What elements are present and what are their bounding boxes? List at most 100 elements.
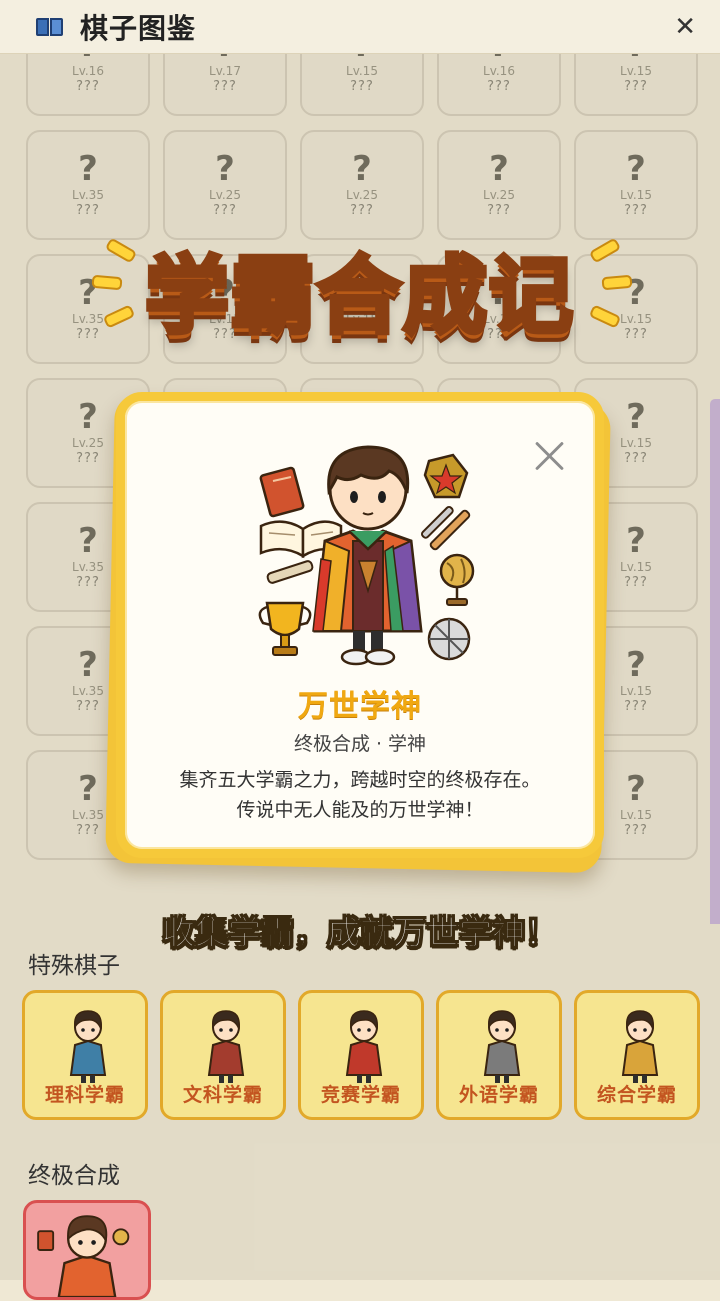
character-description: 集齐五大学霸之力，跨越时空的终极存在。 传说中无人能及的万世学神！: [145, 765, 575, 825]
piece-level: Lv.25: [483, 188, 515, 202]
question-mark-icon: ?: [626, 149, 646, 189]
locked-piece-card[interactable]: ? Lv.25???: [163, 130, 287, 240]
header-bar: 棋子图鉴 ✕: [0, 0, 720, 54]
piece-level: Lv.35: [72, 312, 104, 326]
ultimate-piece-card[interactable]: [23, 1200, 151, 1300]
piece-level: Lv.35: [72, 684, 104, 698]
student-character-icon: [207, 1010, 245, 1083]
character-illustration: [258, 445, 475, 666]
special-piece-label: 综合学霸: [596, 1084, 677, 1106]
modal-close-button[interactable]: [533, 439, 567, 473]
locked-piece-card[interactable]: ? Lv.25???: [437, 130, 561, 240]
piece-level: Lv.15: [620, 684, 652, 698]
star-shield-icon: [423, 453, 469, 499]
question-mark-icon: ?: [78, 645, 98, 685]
piece-name: ???: [350, 203, 374, 218]
special-piece-card[interactable]: 竞赛学霸: [298, 990, 424, 1120]
piece-level: Lv.16: [72, 64, 104, 78]
locked-piece-card[interactable]: ?Lv.16???: [26, 54, 150, 116]
piece-name: ???: [624, 327, 648, 342]
compass-icon: [427, 617, 471, 661]
piece-level: Lv.15: [620, 188, 652, 202]
piece-level: Lv.15: [620, 808, 652, 822]
question-mark-icon: ?: [78, 521, 98, 561]
close-button[interactable]: ✕: [674, 12, 696, 42]
student-character-icon: [69, 1010, 107, 1083]
special-piece-card[interactable]: 文科学霸: [160, 990, 286, 1120]
special-piece-label: 竞赛学霸: [320, 1084, 401, 1106]
character-detail-modal: 万世学神 终极合成 · 学神 集齐五大学霸之力，跨越时空的终极存在。 传说中无人…: [116, 392, 604, 858]
piece-level: Lv.15: [620, 64, 652, 78]
piece-name: ???: [624, 203, 648, 218]
character-name: 万世学神: [298, 689, 422, 724]
pencil-icon: [420, 505, 471, 551]
locked-piece-card[interactable]: ? Lv.35???: [26, 130, 150, 240]
piece-level: Lv.35: [72, 188, 104, 202]
scholar-god-character: [312, 445, 423, 666]
piece-name: ???: [76, 451, 100, 466]
piece-name: ???: [213, 203, 237, 218]
question-mark-icon: ?: [626, 397, 646, 437]
piece-name: ???: [624, 575, 648, 590]
special-piece-card[interactable]: 综合学霸: [574, 990, 700, 1120]
locked-piece-card[interactable]: ?Lv.16???: [437, 54, 561, 116]
question-mark-icon: ?: [78, 397, 98, 437]
locked-piece-card[interactable]: ?Lv.17???: [163, 54, 287, 116]
special-pieces-row: 理科学霸 文科学霸 竞赛学霸 外语学霸 综合学霸: [22, 990, 700, 1120]
description-line-1: 集齐五大学霸之力，跨越时空的终极存在。: [179, 769, 541, 791]
pen-icon: [266, 560, 314, 584]
special-piece-label: 理科学霸: [44, 1084, 125, 1106]
question-mark-icon: ?: [489, 54, 509, 63]
student-character-icon: [483, 1010, 521, 1083]
piece-level: Lv.25: [346, 188, 378, 202]
question-mark-icon: ?: [626, 521, 646, 561]
question-mark-icon: ?: [78, 149, 98, 189]
piece-level: Lv.25: [209, 188, 241, 202]
piece-name: ???: [76, 823, 100, 838]
piece-level: Lv.25: [72, 436, 104, 450]
page-title: 棋子图鉴: [80, 11, 197, 45]
piece-level: Lv.17: [209, 64, 241, 78]
question-mark-icon: ?: [352, 149, 372, 189]
student-character-icon: [345, 1010, 383, 1083]
piece-name: ???: [487, 79, 511, 94]
question-mark-icon: ?: [626, 769, 646, 809]
special-piece-card[interactable]: 理科学霸: [22, 990, 148, 1120]
piece-name: ???: [624, 79, 648, 94]
piece-name: ???: [213, 79, 237, 94]
piece-name: ???: [624, 823, 648, 838]
ultimate-section-title: 终极合成: [28, 1163, 120, 1189]
piece-name: ???: [76, 203, 100, 218]
piece-name: ???: [76, 575, 100, 590]
question-mark-icon: ?: [78, 54, 98, 63]
scrollbar[interactable]: [710, 399, 720, 924]
piece-name: ???: [624, 699, 648, 714]
piece-name: ???: [76, 327, 100, 342]
ultimate-character-thumbnail: [37, 1215, 130, 1299]
slogan-text: 收集学霸，成就万世学神！: [162, 913, 559, 953]
locked-piece-card[interactable]: ?Lv.15???: [300, 54, 424, 116]
trophy-icon: [258, 601, 312, 656]
locked-piece-card[interactable]: ? Lv.25???: [300, 130, 424, 240]
question-mark-icon: ?: [489, 149, 509, 189]
book-icon: [36, 16, 66, 38]
special-piece-label: 文科学霸: [182, 1084, 263, 1106]
special-piece-card[interactable]: 外语学霸: [436, 990, 562, 1120]
piece-level: Lv.15: [620, 436, 652, 450]
red-book-icon: [259, 466, 305, 518]
question-mark-icon: ?: [78, 769, 98, 809]
locked-piece-card[interactable]: ?Lv.15???: [574, 130, 698, 240]
locked-piece-card[interactable]: ?Lv.15???: [574, 54, 698, 116]
question-mark-icon: ?: [626, 54, 646, 63]
piece-level: Lv.35: [72, 560, 104, 574]
question-mark-icon: ?: [626, 645, 646, 685]
piece-level: Lv.15: [620, 560, 652, 574]
piece-level: Lv.15: [346, 64, 378, 78]
piece-name: ???: [76, 79, 100, 94]
description-line-2: 传说中无人能及的万世学神！: [236, 799, 484, 821]
piece-name: ???: [487, 203, 511, 218]
character-subtitle: 终极合成 · 学神: [293, 733, 427, 755]
piece-level: Lv.35: [72, 808, 104, 822]
special-piece-label: 外语学霸: [458, 1084, 539, 1106]
student-character-icon: [621, 1010, 659, 1083]
